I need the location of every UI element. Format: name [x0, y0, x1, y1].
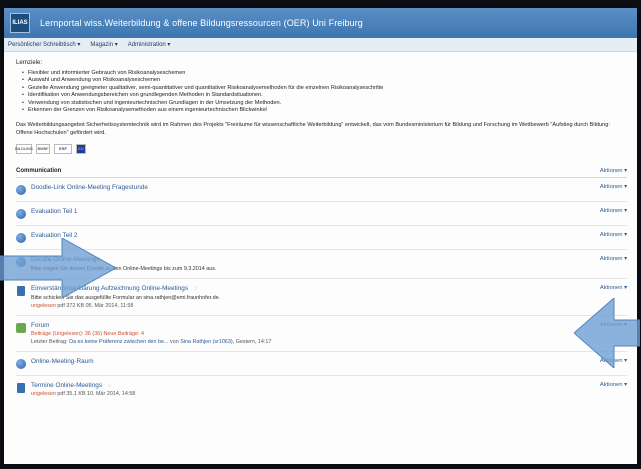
forum-counts: Beiträge (Ungelesen): 36 (36) Neue Beitr…: [31, 330, 144, 337]
menu-magazin[interactable]: Magazin ▾: [90, 41, 117, 48]
top-header: ILIAS Lernportal wiss.Weiterbildung & of…: [4, 8, 637, 38]
forum-last-prefix: Letzter Beitrag:: [31, 338, 68, 345]
globe-icon: [16, 208, 26, 219]
item-actions-dropdown[interactable]: Aktionen: [600, 232, 627, 238]
forum-last-post: Letzter Beitrag: Da es keine Präferenz z…: [31, 339, 271, 345]
lernziel-item: Gezielte Anwendung geeigneter qualitativ…: [22, 85, 627, 93]
section-actions-dropdown[interactable]: Aktionen: [600, 168, 627, 174]
logo-eu: EU: [76, 143, 86, 154]
portal-title: Lernportal wiss.Weiterbildung & offene B…: [40, 18, 363, 28]
ilias-logo[interactable]: ILIAS: [10, 13, 30, 33]
list-item: Termine Online-Meetings ◌ ungelesen pdf …: [16, 376, 627, 403]
lernziel-item: Erkennen der Grenzen von Risikoanalyseme…: [22, 107, 627, 115]
lernziel-item: Identifikation von Anwendungsbereichen v…: [22, 92, 627, 100]
menu-personal-desktop[interactable]: Persönlicher Schreibtisch ▾: [8, 41, 80, 48]
forum-icon: [16, 322, 26, 333]
item-link-meeting-raum[interactable]: Online-Meeting-Raum: [31, 358, 94, 365]
list-item: Doodle-Link Online-Meeting Fragestunde A…: [16, 178, 627, 202]
sponsor-logos: BILDUNG BMBF ESF EU: [15, 143, 627, 154]
lernziel-item: Auswahl und Anwendung von Risikoanalyses…: [22, 77, 627, 85]
comment-icon[interactable]: ◌: [194, 286, 198, 292]
comment-icon[interactable]: ◌: [108, 383, 112, 389]
lernziel-item: Flexibler und informierter Gebrauch von …: [22, 70, 627, 78]
item-link-evaluation-1[interactable]: Evaluation Teil 1: [31, 208, 77, 215]
content-area: Lernziele: Flexibler und informierter Ge…: [4, 52, 637, 403]
section-title: Communication: [16, 167, 62, 174]
list-item: Forum Beiträge (Ungelesen): 36 (36) Neue…: [16, 316, 627, 352]
file-icon: [17, 382, 25, 393]
forum-last-by: von: [170, 338, 179, 345]
item-actions-dropdown[interactable]: Aktionen: [600, 285, 627, 291]
forum-last-time: , Gestern, 14:17: [232, 338, 272, 345]
lernziele-list: Flexibler und informierter Gebrauch von …: [22, 70, 627, 115]
forum-last-post-link[interactable]: Da es keine Präferenz zwischen den be...: [69, 339, 168, 345]
item-actions-dropdown[interactable]: Aktionen: [600, 382, 627, 388]
file-info: pdf 35,1 KB 10. Mär 2014, 14:58: [57, 390, 136, 397]
ilias-page: ILIAS Lernportal wiss.Weiterbildung & of…: [4, 8, 637, 464]
logo-bmbf: BMBF: [36, 143, 50, 154]
project-info-text: Das Weiterbildungsangebot Sicherheitssys…: [16, 122, 610, 137]
globe-icon: [16, 358, 26, 369]
status-unread: ungelesen: [31, 302, 56, 309]
main-menu: Persönlicher Schreibtisch ▾ Magazin ▾ Ad…: [4, 38, 637, 52]
status-unread: ungelesen: [31, 390, 56, 397]
globe-icon: [16, 184, 26, 195]
file-info: pdf 372 KB 05. Mär 2014, 11:58: [57, 302, 134, 309]
right-arrow-overlay: [574, 298, 640, 368]
item-meta: ungelesen pdf 35,1 KB 10. Mär 2014, 14:5…: [31, 391, 135, 397]
item-actions-dropdown[interactable]: Aktionen: [600, 256, 627, 262]
item-link-doodle-fragestunde[interactable]: Doodle-Link Online-Meeting Fragestunde: [31, 184, 148, 191]
item-meta: ungelesen pdf 372 KB 05. Mär 2014, 11:58: [31, 303, 220, 309]
forum-last-user-link[interactable]: Sina Rathjen (sr1063): [180, 339, 232, 345]
logo-esf: ESF: [54, 143, 72, 154]
item-link-termine[interactable]: Termine Online-Meetings: [31, 382, 102, 389]
communication-section-header: Communication Aktionen: [16, 168, 627, 178]
item-link-forum[interactable]: Forum: [31, 322, 271, 329]
list-item: Online-Meeting-Raum Aktionen: [16, 352, 627, 376]
menu-administration[interactable]: Administration ▾: [128, 41, 171, 48]
lernziel-item: Verwendung von statistischen und ingenie…: [22, 100, 627, 108]
logo-bildung: BILDUNG: [15, 143, 33, 154]
left-arrow-overlay: [0, 238, 118, 298]
list-item: Evaluation Teil 1 Aktionen: [16, 202, 627, 226]
item-actions-dropdown[interactable]: Aktionen: [600, 208, 627, 214]
item-actions-dropdown[interactable]: Aktionen: [600, 184, 627, 190]
lernziele-heading: Lernziele:: [16, 60, 43, 66]
